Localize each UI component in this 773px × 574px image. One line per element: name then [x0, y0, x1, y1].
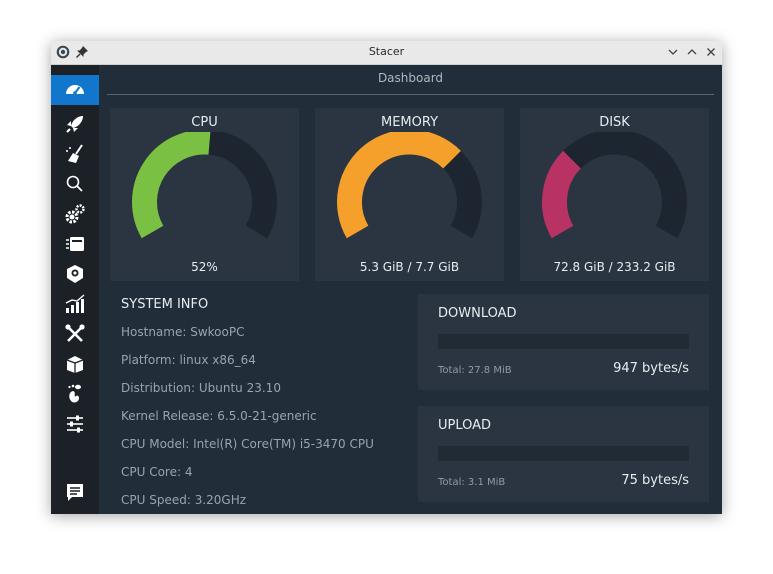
dashboard-icon — [66, 85, 84, 95]
download-rate: 947 bytes/s — [613, 361, 689, 376]
stacer-window: Stacer Dashboard CPU 52% MEMORY 5.3 GiB … — [51, 41, 722, 514]
disk-value: 72.8 GiB / 233.2 GiB — [553, 260, 676, 274]
cpu-gauge — [132, 132, 277, 239]
minimize-icon[interactable] — [666, 45, 680, 59]
kernel-info: Kernel Release: 6.5.0-21-generic — [121, 409, 317, 423]
upload-card: UPLOAD Total: 3.1 MiB 75 bytes/s — [418, 406, 709, 502]
feedback-icon — [67, 484, 83, 501]
window-title: Stacer — [368, 45, 405, 58]
cpu-gauge-fill — [132, 132, 211, 239]
sidebar-item-helpers[interactable] — [51, 319, 99, 349]
cpu-title: CPU — [191, 115, 218, 130]
memory-title: MEMORY — [380, 115, 439, 130]
cpu-card: CPU 52% — [110, 108, 299, 281]
upload-rate: 75 bytes/s — [621, 473, 689, 488]
gears-icon — [65, 204, 85, 224]
box-icon — [66, 356, 84, 373]
search-icon — [66, 175, 83, 192]
sidebar-item-system-cleaner[interactable] — [51, 139, 99, 169]
gnome-icon — [68, 384, 81, 403]
package-icon — [66, 237, 84, 251]
download-graph — [438, 334, 689, 349]
disk-gauge-track — [542, 132, 687, 239]
tools-icon — [65, 324, 85, 342]
sidebar-item-uninstaller[interactable] — [51, 259, 99, 289]
maximize-icon[interactable] — [685, 45, 699, 59]
sidebar-item-processes[interactable] — [51, 229, 99, 259]
cpu-value: 52% — [191, 260, 218, 274]
system-info-title: SYSTEM INFO — [121, 297, 209, 312]
memory-value: 5.3 GiB / 7.7 GiB — [359, 260, 460, 274]
sidebar-item-dashboard[interactable] — [51, 75, 99, 105]
dashboard-panel: Dashboard CPU 52% MEMORY 5.3 GiB / 7.7 G… — [99, 65, 722, 514]
distribution-info: Distribution: Ubuntu 23.10 — [121, 381, 281, 395]
memory-card: MEMORY 5.3 GiB / 7.7 GiB — [315, 108, 504, 281]
title-divider — [107, 94, 714, 95]
download-title: DOWNLOAD — [438, 306, 517, 321]
sidebar-item-settings[interactable] — [51, 409, 99, 439]
sidebar-item-search[interactable] — [51, 169, 99, 199]
sidebar — [51, 65, 99, 514]
resources-icon — [67, 265, 83, 283]
cpu-core-info: CPU Core: 4 — [121, 465, 193, 479]
cpu-model-info: CPU Model: Intel(R) Core(TM) i5-3470 CPU — [121, 437, 374, 451]
upload-graph — [438, 446, 689, 461]
disk-gauge — [542, 132, 687, 239]
platform-info: Platform: linux x86_64 — [121, 353, 256, 367]
download-total: Total: 27.8 MiB — [438, 365, 512, 376]
sidebar-item-services[interactable] — [51, 199, 99, 229]
cpu-speed-info: CPU Speed: 3.20GHz — [121, 493, 247, 507]
memory-gauge-fill — [337, 132, 461, 239]
upload-total: Total: 3.1 MiB — [438, 477, 506, 488]
hostname-info: Hostname: SwkooPC — [121, 325, 245, 339]
disk-card: DISK 72.8 GiB / 233.2 GiB — [520, 108, 709, 281]
sidebar-item-gnome-settings[interactable] — [51, 379, 99, 409]
sidebar-item-apt-sources[interactable] — [51, 349, 99, 379]
page-title: Dashboard — [377, 71, 444, 85]
disk-gauge-fill — [542, 150, 582, 239]
rocket-icon — [66, 116, 83, 133]
upload-title: UPLOAD — [438, 418, 492, 433]
broom-icon — [66, 144, 83, 163]
sidebar-item-feedback[interactable] — [51, 477, 99, 507]
download-card: DOWNLOAD Total: 27.8 MiB 947 bytes/s — [418, 294, 709, 390]
title-bar: Stacer — [51, 41, 722, 65]
sidebar-item-startup-apps[interactable] — [51, 109, 99, 139]
close-icon[interactable] — [704, 45, 718, 59]
disk-title: DISK — [599, 115, 630, 130]
memory-gauge — [337, 132, 482, 239]
sidebar-item-resources[interactable] — [51, 289, 99, 319]
sliders-icon — [67, 415, 83, 433]
chart-icon — [65, 294, 85, 313]
